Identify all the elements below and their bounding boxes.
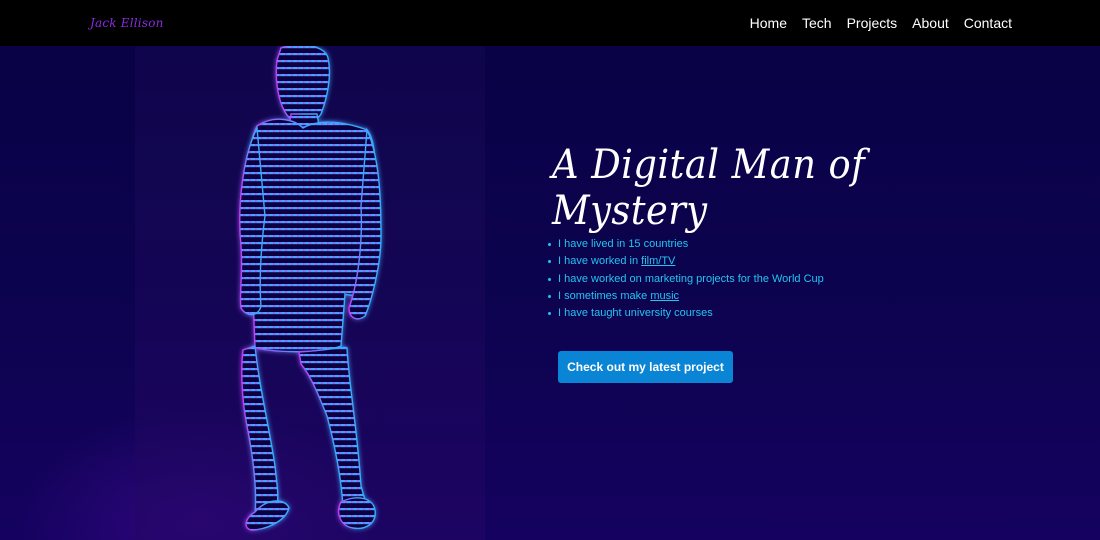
- nav-link-projects[interactable]: Projects: [847, 15, 898, 31]
- nav-link-tech[interactable]: Tech: [802, 15, 832, 31]
- nav-link-contact[interactable]: Contact: [964, 15, 1012, 31]
- fact-text: I have worked in: [558, 255, 642, 268]
- hero-title: A Digital Man of Mystery: [552, 142, 866, 234]
- fact-item: I have lived in 15 countries: [548, 236, 824, 253]
- hero-figure-image: [135, 46, 485, 540]
- facts-list: I have lived in 15 countries I have work…: [548, 236, 824, 322]
- fact-text: I have lived in 15 countries: [558, 238, 689, 250]
- wireframe-man-illustration: [239, 46, 382, 531]
- nav-links: Home Tech Projects About Contact: [750, 15, 1012, 31]
- navbar: Jack Ellison Home Tech Projects About Co…: [0, 0, 1100, 46]
- fact-item: I sometimes make music: [548, 288, 824, 305]
- fact-item: I have worked in film/TV: [548, 253, 824, 270]
- nav-link-about[interactable]: About: [912, 15, 949, 31]
- fact-item: I have taught university courses: [548, 305, 824, 322]
- film-tv-link[interactable]: film/TV: [641, 255, 675, 267]
- latest-project-button[interactable]: Check out my latest project: [558, 351, 733, 383]
- music-link[interactable]: music: [650, 290, 679, 302]
- page: Jack Ellison Home Tech Projects About Co…: [0, 0, 1100, 540]
- fact-text: I sometimes make: [558, 289, 651, 302]
- fact-text: I have worked on marketing projects for …: [558, 272, 824, 285]
- nav-link-home[interactable]: Home: [750, 15, 787, 31]
- logo[interactable]: Jack Ellison: [90, 16, 164, 30]
- fact-text: I have taught university courses: [558, 307, 713, 320]
- fact-item: I have worked on marketing projects for …: [548, 271, 824, 288]
